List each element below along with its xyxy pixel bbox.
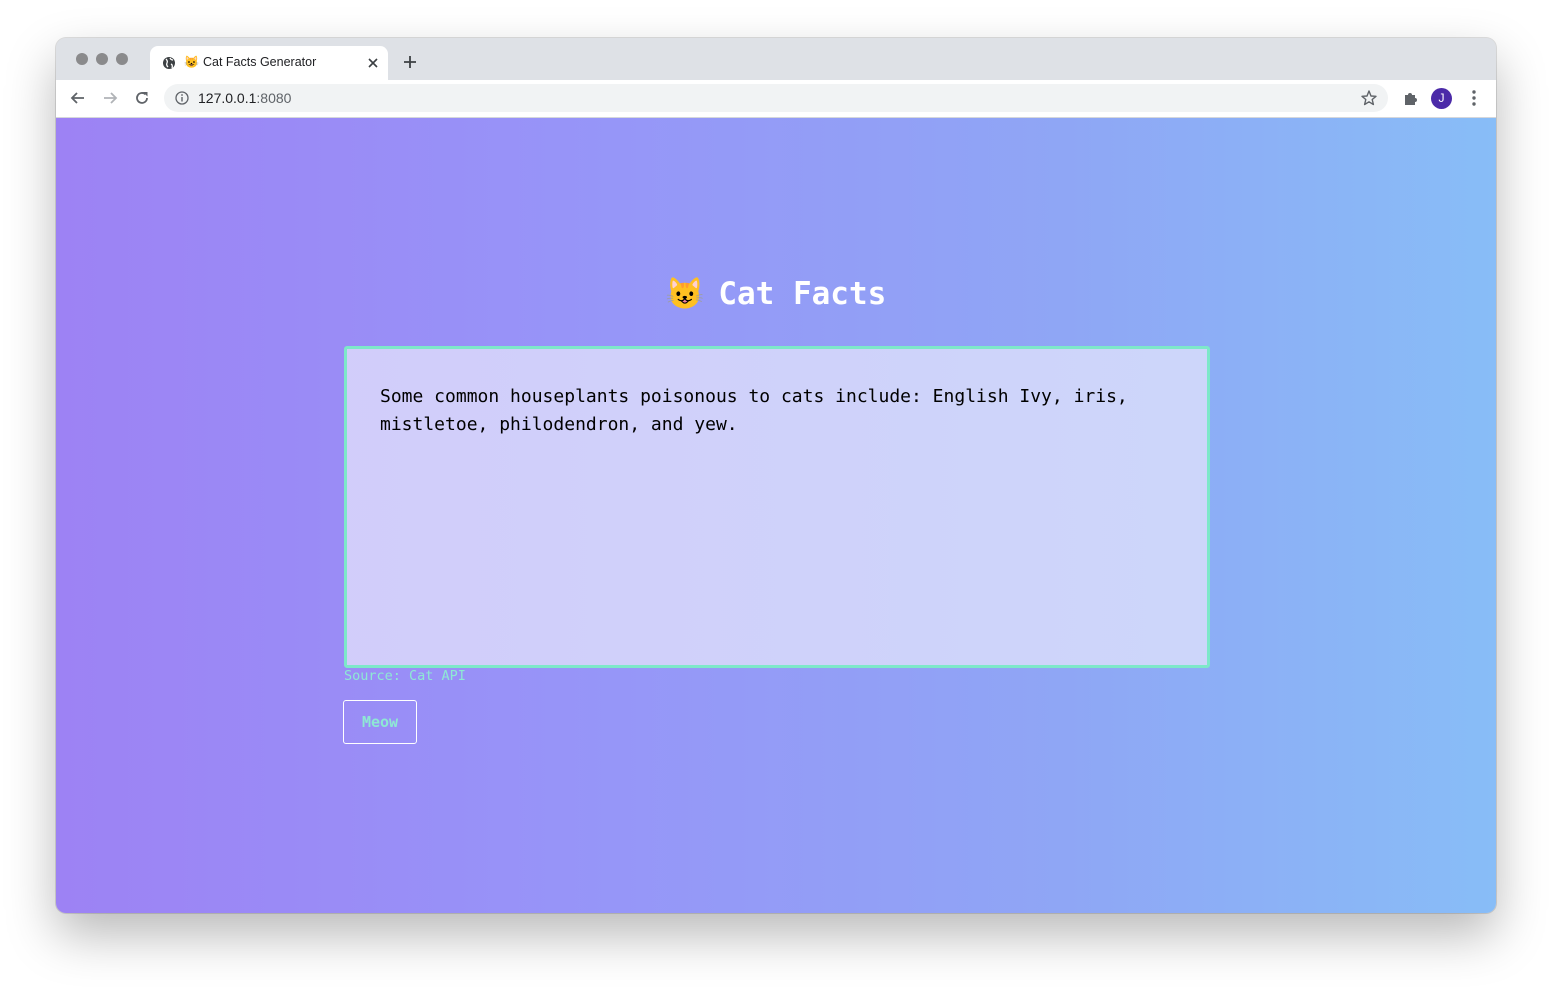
window-zoom-control[interactable] <box>116 53 128 65</box>
page-title: 😺 Cat Facts <box>56 274 1496 314</box>
page-title-text: Cat Facts <box>718 276 887 312</box>
url-text[interactable]: 127.0.0.1:8080 <box>198 90 291 106</box>
tab-strip: 😺 Cat Facts Generator <box>56 38 1496 80</box>
puzzle-icon[interactable] <box>1402 89 1420 107</box>
url-port: :8080 <box>256 90 292 106</box>
info-icon[interactable] <box>175 91 189 105</box>
source-label: Source: Cat API <box>344 668 466 684</box>
fact-card: Some common houseplants poisonous to cat… <box>344 346 1210 668</box>
address-bar[interactable]: 127.0.0.1:8080 <box>164 84 1388 112</box>
tab-cat-facts[interactable]: 😺 Cat Facts Generator <box>150 46 388 80</box>
tab-emoji: 😺 <box>184 55 199 69</box>
star-icon[interactable] <box>1360 89 1378 107</box>
close-icon[interactable] <box>366 56 380 70</box>
url-host: 127.0.0.1 <box>198 90 257 106</box>
arrow-left-icon[interactable] <box>69 89 87 107</box>
fact-text: Some common houseplants poisonous to cat… <box>380 386 1128 435</box>
plus-icon[interactable] <box>402 54 418 70</box>
browser-window: 😺 Cat Facts Generator 127.0.0.1:8080 J 😺… <box>56 38 1496 913</box>
page-content: 😺 Cat Facts Some common houseplants poiso… <box>56 118 1496 913</box>
window-close-control[interactable] <box>76 53 88 65</box>
meow-button[interactable]: Meow <box>343 700 417 744</box>
kebab-menu-icon[interactable] <box>1466 89 1482 107</box>
arrow-right-icon[interactable] <box>101 89 119 107</box>
window-minimize-control[interactable] <box>96 53 108 65</box>
cat-emoji: 😺 <box>665 276 705 312</box>
reload-icon[interactable] <box>133 89 151 107</box>
avatar[interactable]: J <box>1431 88 1452 109</box>
tab-title: Cat Facts Generator <box>203 55 317 69</box>
globe-icon <box>163 57 175 69</box>
browser-toolbar: 127.0.0.1:8080 J <box>56 80 1496 118</box>
